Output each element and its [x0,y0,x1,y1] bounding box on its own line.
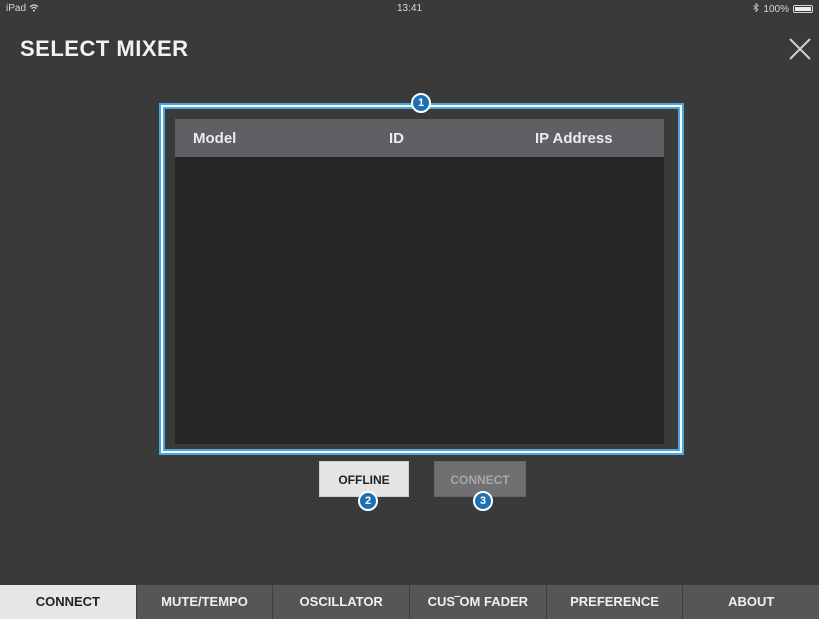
battery-percent: 100% [763,3,789,15]
tab-connect[interactable]: CONNECT [0,585,136,619]
table-header: Model ID IP Address [175,119,664,157]
tab-bar: CONNECT MUTE/TEMPO OSCILLATOR CUS‾OM FAD… [0,585,819,619]
battery-icon [793,5,813,13]
column-header-model: Model [193,130,237,147]
close-icon[interactable] [787,36,813,62]
bluetooth-icon [753,2,760,15]
tab-preference[interactable]: PREFERENCE [545,585,683,619]
table-body[interactable] [175,157,664,444]
status-time: 13:41 [396,3,423,14]
column-header-id: ID [389,130,404,147]
tab-mute-tempo[interactable]: MUTE/TEMPO [135,585,273,619]
callout-badge-3: 3 [473,491,493,511]
status-bar: iPad 13:41 100% [0,0,819,18]
tab-about[interactable]: ABOUT [682,585,819,619]
page-title: SELECT MIXER [20,36,189,61]
tab-oscillator[interactable]: OSCILLATOR [272,585,409,619]
tab-custom-fader[interactable]: CUS‾OM FADER [409,585,546,619]
mixer-list[interactable]: Model ID IP Address [175,119,664,444]
status-right: 100% [753,2,813,15]
callout-badge-2: 2 [358,491,378,511]
callout-badge-1: 1 [411,93,431,113]
column-header-ip-address: IP Address [535,130,613,147]
